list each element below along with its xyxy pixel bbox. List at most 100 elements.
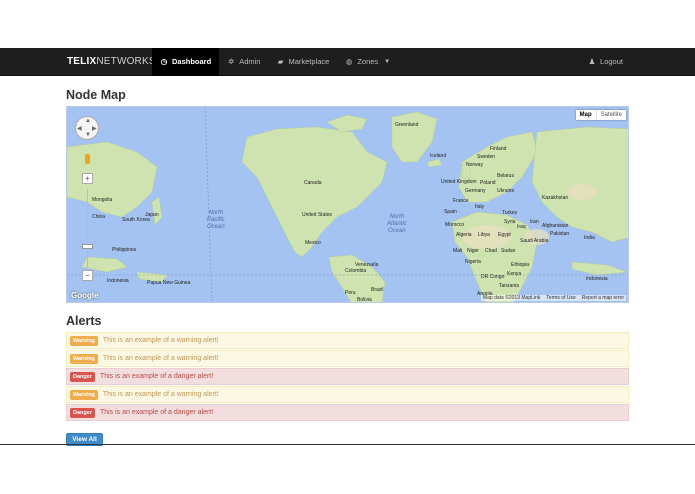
pan-control[interactable]: ▲ ◀ ▶ ▼ (75, 116, 99, 140)
top-navbar: TELIXNETWORKS ◷ Dashboard ✲ Admin ▰ Mark… (0, 48, 695, 76)
map-label: Iran (530, 219, 539, 225)
map-data-credit: Map data ©2013 MapLink (482, 295, 541, 301)
zoom-in-button[interactable]: + (82, 173, 93, 184)
bottom-divider (0, 444, 695, 445)
map-label: China (92, 214, 106, 220)
nav-item-admin[interactable]: ✲ Admin (219, 48, 268, 76)
report-map-error-link[interactable]: Report a map error (582, 295, 624, 301)
map-label: Venezuela (355, 262, 379, 268)
terms-of-use-link[interactable]: Terms of Use (546, 295, 575, 301)
user-icon: ♟ (588, 57, 596, 66)
map-label: Papua New Guinea (147, 280, 191, 286)
map-label: Germany (465, 188, 486, 194)
map-label: Mexico (305, 240, 321, 246)
map-label: Libya (478, 232, 490, 238)
map-label: Afghanistan (542, 223, 569, 229)
ocean-label-north-pacific: North Pacific Ocean (207, 210, 225, 230)
world-map[interactable]: North Pacific Ocean North Atlantic Ocean Gre… (66, 106, 629, 303)
alert-badge: Danger (70, 371, 95, 382)
clock-icon: ◷ (160, 57, 168, 66)
map-label: Colombia (345, 268, 367, 274)
gear-icon: ✲ (228, 57, 235, 66)
alerts-title: Alerts (66, 314, 102, 328)
map-type-control: Map Satellite (575, 110, 626, 120)
ocean-label-north-atlantic: North Atlantic Ocean (387, 214, 407, 234)
zoom-out-button[interactable]: − (82, 270, 93, 281)
brand-thin: NETWORKS (96, 56, 156, 67)
map-label: Indonesia (586, 276, 608, 282)
map-label: Norway (466, 162, 483, 168)
map-label: Algeria (456, 232, 472, 238)
map-label: Spain (444, 209, 457, 215)
map-label: Turkey (502, 210, 518, 216)
node-map-title: Node Map (66, 88, 126, 102)
map-type-map-button[interactable]: Map (575, 110, 596, 120)
alert-row: Warning This is an example of a warning … (66, 386, 629, 403)
map-label: Sudan (501, 248, 516, 254)
map-type-satellite-button[interactable]: Satellite (595, 110, 626, 120)
nav-item-zones[interactable]: ◍ Zones ▼ (337, 48, 398, 76)
zoom-slider-handle[interactable] (82, 244, 93, 249)
map-label: Canada (304, 180, 322, 186)
map-label: India (584, 235, 595, 241)
alert-row: Danger This is an example of a danger al… (66, 368, 629, 385)
brand-logo[interactable]: TELIXNETWORKS (67, 48, 156, 76)
alert-text: This is an example of a warning alert! (102, 355, 219, 362)
alert-row: Warning This is an example of a warning … (66, 350, 629, 367)
map-label: Bolivia (357, 297, 372, 303)
pegman-icon[interactable] (85, 154, 90, 164)
cart-icon: ▰ (277, 57, 284, 66)
nav-label-zones: Zones (357, 57, 379, 66)
map-footer: Map data ©2013 MapLink Terms of Use Repo… (480, 295, 626, 301)
alert-row: Danger This is an example of a danger al… (66, 404, 629, 421)
alert-badge: Danger (70, 407, 95, 418)
map-label: South Korea (122, 217, 150, 223)
nav-label-dashboard: Dashboard (172, 57, 212, 66)
map-label: Ukraine (497, 188, 515, 194)
map-label: United Kingdom (441, 179, 477, 185)
brand-bold: TELIX (67, 56, 97, 67)
map-label: Mali (453, 248, 463, 254)
map-label: Belarus (497, 173, 514, 179)
map-label: Sweden (477, 154, 496, 160)
nav-item-marketplace[interactable]: ▰ Marketplace (268, 48, 337, 76)
chevron-down-icon: ▼ (384, 59, 391, 65)
globe-icon: ◍ (346, 57, 353, 66)
map-label: France (453, 198, 469, 204)
alert-badge: Warning (70, 389, 98, 400)
alert-text: This is an example of a warning alert! (102, 391, 219, 398)
map-label: Mongolia (92, 197, 113, 203)
nav-label-marketplace: Marketplace (288, 57, 330, 66)
map-label: Iraq (517, 224, 526, 230)
pan-right-icon[interactable]: ▶ (92, 125, 97, 132)
map-label: Greenland (395, 122, 419, 128)
alert-text: This is an example of a warning alert! (102, 337, 219, 344)
google-logo: Google (71, 291, 99, 300)
map-label: Poland (480, 180, 496, 186)
map-label: United States (302, 212, 333, 218)
page: TELIXNETWORKS ◷ Dashboard ✲ Admin ▰ Mark… (0, 0, 695, 494)
logout-label: Logout (600, 57, 623, 66)
map-label: Nigeria (465, 259, 481, 265)
map-label: Brazil (371, 287, 384, 293)
map-label: Egypt (498, 232, 511, 238)
zoom-slider-track[interactable] (87, 189, 88, 269)
map-label: Kazakhstan (542, 195, 569, 201)
nav-item-dashboard[interactable]: ◷ Dashboard (152, 48, 220, 76)
logout-link[interactable]: ♟ Logout (588, 48, 623, 76)
map-label: Ethiopia (511, 262, 530, 268)
alert-row: Warning This is an example of a warning … (66, 332, 629, 349)
nav-label-admin: Admin (239, 57, 261, 66)
alert-text: This is an example of a danger alert! (99, 373, 214, 380)
map-label: Kenya (507, 271, 522, 277)
pan-down-icon[interactable]: ▼ (85, 132, 91, 138)
pan-up-icon[interactable]: ▲ (85, 118, 91, 124)
alert-badge: Warning (70, 335, 98, 346)
alert-text: This is an example of a danger alert! (99, 409, 214, 416)
map-label: Philippines (112, 247, 137, 253)
map-label: Pakistan (550, 231, 570, 237)
map-label: Indonesia (107, 278, 129, 284)
map-label: Iceland (430, 153, 447, 159)
pan-left-icon[interactable]: ◀ (77, 125, 82, 132)
map-label: Peru (345, 290, 356, 296)
